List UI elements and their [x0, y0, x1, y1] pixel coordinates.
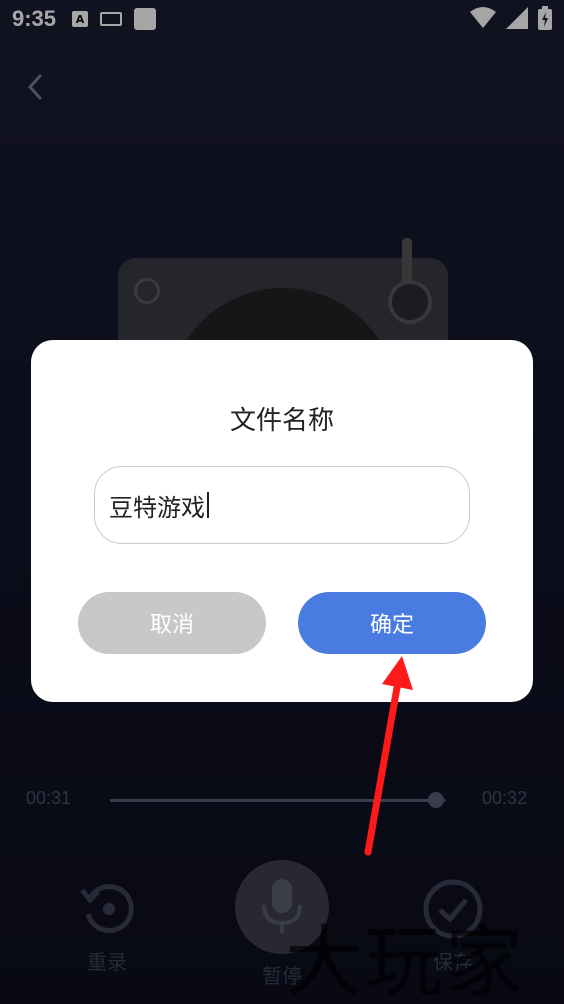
file-name-input[interactable]: 豆特游戏 [94, 466, 470, 544]
file-name-dialog: 文件名称 豆特游戏 取消 确定 [31, 340, 533, 702]
file-name-value: 豆特游戏 [109, 493, 205, 522]
dialog-title: 文件名称 [229, 406, 334, 436]
cancel-button[interactable]: 取消 [78, 592, 266, 654]
confirm-button[interactable]: 确定 [298, 592, 486, 654]
text-caret [207, 492, 209, 518]
